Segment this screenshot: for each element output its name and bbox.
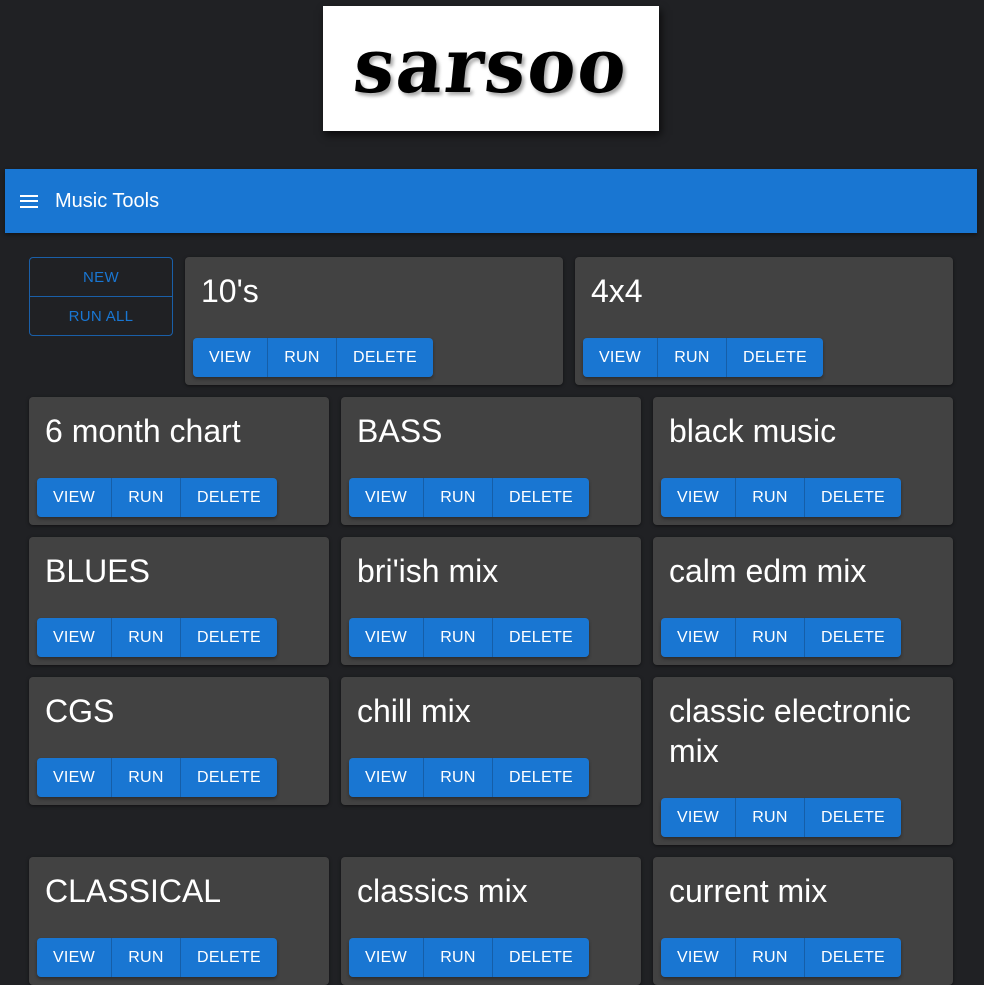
delete-button[interactable]: DELETE	[492, 478, 589, 517]
sarsoo-logo: sarsoo	[323, 6, 659, 131]
hamburger-menu-icon[interactable]	[20, 194, 38, 208]
delete-button[interactable]: DELETE	[180, 758, 277, 797]
view-button[interactable]: VIEW	[661, 618, 735, 657]
playlist-name: BLUES	[45, 553, 150, 589]
run-button[interactable]: RUN	[735, 798, 804, 837]
run-button[interactable]: RUN	[111, 618, 180, 657]
view-button[interactable]: VIEW	[349, 758, 423, 797]
delete-button[interactable]: DELETE	[492, 758, 589, 797]
app-title: Music Tools	[55, 189, 160, 212]
view-button[interactable]: VIEW	[661, 478, 735, 517]
playlist-button-group: VIEW RUN DELETE	[349, 618, 589, 657]
view-button[interactable]: VIEW	[193, 338, 267, 377]
run-button[interactable]: RUN	[735, 478, 804, 517]
playlist-card: black music VIEW RUN DELETE	[653, 397, 953, 525]
view-button[interactable]: VIEW	[661, 938, 735, 977]
playlist-name: CLASSICAL	[45, 873, 222, 909]
playlist-name: calm edm mix	[669, 553, 867, 589]
delete-button[interactable]: DELETE	[180, 938, 277, 977]
delete-button[interactable]: DELETE	[492, 618, 589, 657]
playlist-name: current mix	[669, 873, 828, 909]
run-button[interactable]: RUN	[267, 338, 336, 377]
delete-button[interactable]: DELETE	[804, 938, 901, 977]
run-button[interactable]: RUN	[735, 938, 804, 977]
new-button[interactable]: NEW	[30, 258, 172, 296]
playlist-button-group: VIEW RUN DELETE	[661, 478, 901, 517]
playlist-card: current mix VIEW RUN DELETE	[653, 857, 953, 985]
view-button[interactable]: VIEW	[37, 938, 111, 977]
run-all-button[interactable]: RUN ALL	[30, 296, 172, 335]
playlist-card: 10's VIEW RUN DELETE	[185, 257, 563, 385]
playlist-button-group: VIEW RUN DELETE	[349, 758, 589, 797]
logo-text: sarsoo	[349, 20, 633, 110]
view-button[interactable]: VIEW	[583, 338, 657, 377]
playlist-name: chill mix	[357, 693, 471, 729]
playlist-button-group: VIEW RUN DELETE	[583, 338, 823, 377]
playlist-actions-group: NEW RUN ALL	[29, 257, 173, 336]
playlist-card: 4x4 VIEW RUN DELETE	[575, 257, 953, 385]
playlist-name: CGS	[45, 693, 115, 729]
playlist-card: CGS VIEW RUN DELETE	[29, 677, 329, 805]
playlist-card: BLUES VIEW RUN DELETE	[29, 537, 329, 665]
delete-button[interactable]: DELETE	[804, 478, 901, 517]
playlist-name: 4x4	[591, 273, 643, 309]
playlist-name: bri'ish mix	[357, 553, 499, 589]
playlist-card: calm edm mix VIEW RUN DELETE	[653, 537, 953, 665]
playlist-button-group: VIEW RUN DELETE	[349, 478, 589, 517]
playlist-button-group: VIEW RUN DELETE	[37, 478, 277, 517]
run-button[interactable]: RUN	[423, 478, 492, 517]
delete-button[interactable]: DELETE	[492, 938, 589, 977]
run-button[interactable]: RUN	[423, 938, 492, 977]
run-button[interactable]: RUN	[423, 758, 492, 797]
playlist-button-group: VIEW RUN DELETE	[37, 938, 277, 977]
playlist-card: CLASSICAL VIEW RUN DELETE	[29, 857, 329, 985]
delete-button[interactable]: DELETE	[804, 618, 901, 657]
delete-button[interactable]: DELETE	[726, 338, 823, 377]
playlist-name: 6 month chart	[45, 413, 241, 449]
playlist-card: BASS VIEW RUN DELETE	[341, 397, 641, 525]
app-bar: Music Tools	[5, 169, 977, 233]
run-button[interactable]: RUN	[111, 758, 180, 797]
playlist-button-group: VIEW RUN DELETE	[193, 338, 433, 377]
playlist-button-group: VIEW RUN DELETE	[661, 618, 901, 657]
playlist-button-group: VIEW RUN DELETE	[37, 618, 277, 657]
run-button[interactable]: RUN	[111, 938, 180, 977]
run-button[interactable]: RUN	[657, 338, 726, 377]
playlist-card: classics mix VIEW RUN DELETE	[341, 857, 641, 985]
playlist-name: BASS	[357, 413, 443, 449]
playlist-name: 10's	[201, 273, 259, 309]
run-button[interactable]: RUN	[423, 618, 492, 657]
view-button[interactable]: VIEW	[37, 618, 111, 657]
view-button[interactable]: VIEW	[349, 478, 423, 517]
view-button[interactable]: VIEW	[349, 618, 423, 657]
playlist-button-group: VIEW RUN DELETE	[661, 798, 901, 837]
playlist-card: chill mix VIEW RUN DELETE	[341, 677, 641, 805]
playlist-name: classics mix	[357, 873, 528, 909]
playlist-card: bri'ish mix VIEW RUN DELETE	[341, 537, 641, 665]
run-button[interactable]: RUN	[735, 618, 804, 657]
view-button[interactable]: VIEW	[349, 938, 423, 977]
playlist-name: black music	[669, 413, 837, 449]
run-button[interactable]: RUN	[111, 478, 180, 517]
delete-button[interactable]: DELETE	[804, 798, 901, 837]
playlist-button-group: VIEW RUN DELETE	[349, 938, 589, 977]
view-button[interactable]: VIEW	[37, 478, 111, 517]
view-button[interactable]: VIEW	[661, 798, 735, 837]
delete-button[interactable]: DELETE	[180, 478, 277, 517]
playlist-name: classic electronic mix	[669, 693, 911, 769]
delete-button[interactable]: DELETE	[336, 338, 433, 377]
view-button[interactable]: VIEW	[37, 758, 111, 797]
playlist-button-group: VIEW RUN DELETE	[37, 758, 277, 797]
playlist-card: 6 month chart VIEW RUN DELETE	[29, 397, 329, 525]
playlist-card: classic electronic mix VIEW RUN DELETE	[653, 677, 953, 845]
playlist-button-group: VIEW RUN DELETE	[661, 938, 901, 977]
delete-button[interactable]: DELETE	[180, 618, 277, 657]
